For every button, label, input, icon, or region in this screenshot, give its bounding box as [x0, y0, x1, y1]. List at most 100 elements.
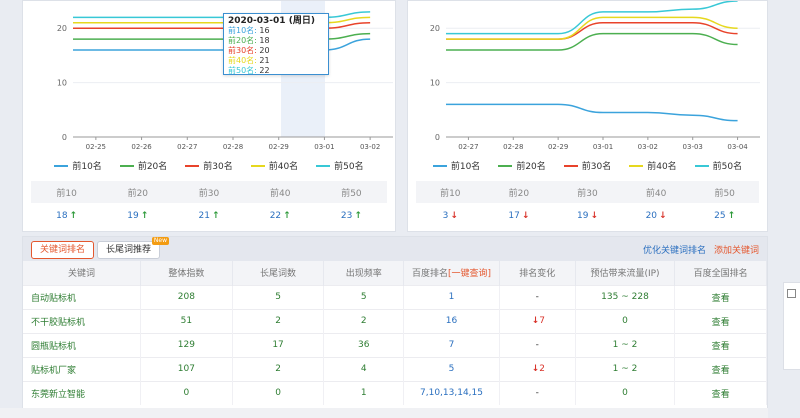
view-link[interactable]: 查看: [674, 380, 767, 405]
rank-cell[interactable]: 1: [403, 284, 500, 309]
legend-swatch: [629, 164, 644, 167]
column-header: 出现频率: [323, 261, 405, 285]
right-summary: 前10 前20 前30 前40 前50 3 ↓ 17 ↓ 19 ↓ 20 ↓ 25 ↑: [416, 181, 759, 229]
legend-label: 前20名: [137, 162, 168, 172]
column-header: 百度排名[一键查询]: [403, 261, 500, 285]
rank-change-cell: -: [499, 284, 576, 309]
legend-label: 前10名: [450, 162, 481, 172]
feedback-icon[interactable]: [787, 289, 796, 298]
right-line-chart[interactable]: 0 10 20 02-27 02-28 02-29 03-01 03-02 03-03 03-04: [408, 1, 769, 161]
index-cell: 208: [140, 284, 233, 309]
summary-header: 前30: [577, 188, 598, 199]
index-cell: 0: [140, 380, 233, 405]
summary-value: 25 ↑: [714, 211, 736, 221]
rank-change-cell: ↓2: [499, 356, 576, 381]
tooltip-title: 2020-03-01 (周日): [228, 16, 315, 26]
left-summary: 前10 前20 前30 前40 前50 18 ↑ 19 ↑ 21 ↑ 22 ↑ 23 ↑: [31, 181, 387, 229]
index-cell: 51: [140, 308, 233, 333]
bottom-strip: [0, 408, 768, 418]
rank-cell[interactable]: 7,10,13,14,15: [403, 380, 500, 405]
summary-header: 前50: [341, 188, 362, 199]
frequency-cell: 4: [323, 356, 405, 381]
view-link[interactable]: 查看: [674, 284, 767, 309]
legend-item[interactable]: 前20名: [498, 159, 546, 172]
legend-item[interactable]: 前30名: [563, 159, 612, 172]
traffic-cell: 1 ~ 2: [575, 332, 676, 357]
legend-item[interactable]: 前20名: [119, 159, 168, 172]
legend-label: 前50名: [334, 162, 364, 172]
legend-item[interactable]: 前10名: [54, 159, 102, 172]
side-float-widget[interactable]: [783, 282, 800, 370]
right-legend: 前10名 前20名 前30名 前40名 前50名: [408, 159, 767, 172]
legend-swatch: [563, 164, 578, 167]
series-line: [446, 22, 738, 40]
legend-label: 前40名: [647, 162, 677, 172]
x-tick-label: 03-01: [314, 143, 334, 151]
legend-item[interactable]: 前40名: [629, 159, 677, 172]
legend-label: 前50名: [712, 162, 743, 172]
tooltip-row: 前40名: 21: [228, 56, 270, 65]
summary-value: 22 ↑: [269, 211, 291, 221]
arrow-up-icon: ↑: [140, 211, 149, 221]
summary-value: 3 ↓: [442, 211, 458, 221]
view-link[interactable]: 查看: [674, 332, 767, 357]
keyword-cell[interactable]: 贴标机厂家: [23, 356, 142, 381]
arrow-up-icon: ↑: [69, 211, 78, 221]
legend-item[interactable]: 前40名: [250, 159, 299, 172]
summary-header: 前50: [714, 188, 735, 199]
summary-value: 18 ↑: [56, 211, 78, 221]
left-line-chart[interactable]: 0 10 20 02-25 02-26 02-27 02-28 02-29 03-01 03-02: [23, 1, 397, 161]
legend-swatch: [119, 164, 134, 167]
rank-cell[interactable]: 7: [403, 332, 500, 357]
index-cell: 129: [140, 332, 233, 357]
y-tick-label: 0: [62, 133, 67, 142]
legend-item[interactable]: 前50名: [694, 159, 743, 172]
optimize-keyword-link[interactable]: 优化关键词排名: [643, 243, 706, 256]
rank-change-cell: ↓7: [499, 308, 576, 333]
longtail-cell: 5: [232, 284, 325, 309]
legend-swatch: [498, 164, 513, 167]
keyword-cell[interactable]: 圆瓶贴标机: [23, 332, 142, 357]
x-tick-label: 03-03: [683, 143, 703, 151]
keyword-cell[interactable]: 东莞新立智能: [23, 380, 142, 405]
longtail-cell: 0: [232, 380, 325, 405]
frequency-cell: 2: [323, 308, 405, 333]
summary-header: 前10: [56, 188, 77, 199]
y-tick-label: 0: [435, 133, 440, 142]
legend-label: 前30名: [581, 162, 612, 172]
legend-label: 前40名: [268, 162, 299, 172]
keyword-cell[interactable]: 不干胶贴标机: [23, 308, 142, 333]
one-click-query-link[interactable]: [一键查询]: [448, 269, 491, 279]
legend-item[interactable]: 前30名: [185, 159, 233, 172]
x-tick-label: 03-02: [360, 143, 380, 151]
legend-item[interactable]: 前10名: [432, 159, 481, 172]
legend-item[interactable]: 前50名: [316, 159, 364, 172]
rank-cell[interactable]: 5: [403, 356, 500, 381]
left-trend-panel: 0 10 20 02-25 02-26 02-27 02-28 02-29 03-01 03-02…: [22, 0, 396, 232]
chart-tooltip: 2020-03-01 (周日) 前10名: 16 前20名: 18 前30名: 20…: [223, 13, 329, 75]
tab-keyword-ranking[interactable]: 关键词排名: [31, 241, 95, 259]
column-header: 预估带来流量(IP): [575, 261, 676, 285]
keyword-cell[interactable]: 自动贴标机: [23, 284, 142, 309]
legend-label: 前20名: [516, 162, 546, 172]
x-tick-label: 02-26: [131, 143, 152, 151]
column-header: 排名变化: [499, 261, 576, 285]
x-tick-label: 02-27: [458, 143, 478, 151]
summary-header: 前30: [198, 188, 220, 199]
right-trend-panel: 0 10 20 02-27 02-28 02-29 03-01 03-02 03-03 03-04…: [407, 0, 768, 232]
rank-cell[interactable]: 16: [403, 308, 500, 333]
arrow-up-icon: ↑: [283, 211, 291, 221]
view-link[interactable]: 查看: [674, 308, 767, 333]
view-link[interactable]: 查看: [674, 356, 767, 381]
arrow-down-icon: ↓: [659, 211, 667, 221]
frequency-cell: 5: [323, 284, 405, 309]
add-keyword-link[interactable]: 添加关键词: [714, 243, 759, 256]
traffic-cell: 1 ~ 2: [575, 356, 676, 381]
tab-longtail-recommend[interactable]: 长尾词推荐 New: [97, 237, 170, 259]
summary-value: 17 ↓: [508, 211, 530, 221]
y-tick-label: 20: [430, 24, 440, 33]
arrow-up-icon: ↑: [211, 211, 220, 221]
y-tick-label: 10: [430, 79, 440, 88]
rank-change-cell: -: [499, 380, 576, 405]
summary-value: 19 ↑: [127, 211, 149, 221]
